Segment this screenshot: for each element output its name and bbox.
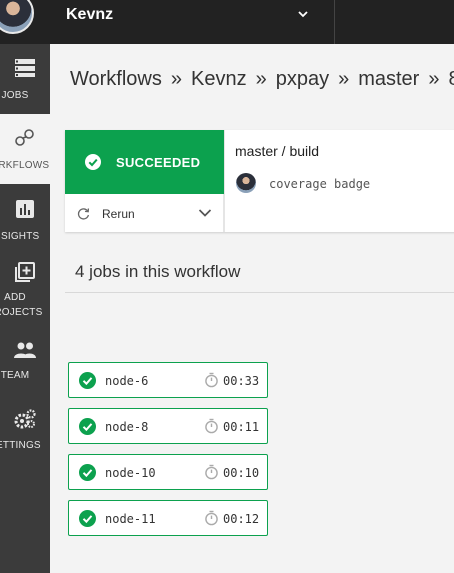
- sidebar-item-label: WORKFLOWS: [0, 160, 50, 171]
- stopwatch-icon: [205, 418, 218, 434]
- job-duration: 00:12: [223, 512, 260, 526]
- breadcrumb-separator: »: [338, 68, 350, 90]
- rerun-label: Rerun: [102, 207, 135, 221]
- sidebar-item-label: JOBS: [1, 90, 29, 101]
- sidebar-item-workflows[interactable]: WORKFLOWS: [0, 114, 50, 184]
- org-name[interactable]: Kevnz: [66, 6, 113, 24]
- breadcrumb-separator: »: [170, 68, 182, 90]
- breadcrumb: Workflows » Kevnz » pxpay » master » 8: [70, 68, 454, 91]
- user-avatar[interactable]: [0, 0, 34, 34]
- team-icon: [14, 342, 36, 358]
- breadcrumb-branch[interactable]: master: [358, 68, 419, 90]
- breadcrumb-separator: »: [255, 68, 267, 90]
- sidebar-item-label: TEAM: [0, 370, 30, 381]
- top-bar: Kevnz: [0, 0, 454, 44]
- job-duration: 00:10: [223, 466, 260, 480]
- job-name: node-6: [105, 374, 149, 388]
- divider: [65, 292, 454, 293]
- settings-icon: [14, 409, 36, 429]
- check-circle-icon: [79, 418, 96, 435]
- job-name: node-11: [105, 512, 156, 526]
- rerun-button[interactable]: Rerun: [65, 194, 224, 232]
- add-projects-icon: [15, 262, 35, 282]
- commit-message[interactable]: coverage badge: [269, 177, 370, 191]
- refresh-icon: [77, 208, 90, 220]
- stopwatch-icon: [205, 510, 218, 526]
- sidebar-item-team[interactable]: TEAM: [0, 339, 50, 404]
- breadcrumb-separator: »: [428, 68, 440, 90]
- job-name: node-8: [105, 420, 149, 434]
- chevron-down-icon[interactable]: [296, 7, 310, 21]
- status-text: SUCCEEDED: [116, 155, 201, 170]
- sidebar: JOBS WORKFLOWS INSIGHTS: [0, 44, 50, 573]
- sidebar-item-add-projects[interactable]: ADD PROJECTS: [0, 254, 50, 339]
- branch-title[interactable]: master / build: [235, 143, 319, 159]
- topbar-divider: [334, 0, 335, 44]
- job-duration: 00:11: [223, 420, 260, 434]
- job-node-10[interactable]: node-10 00:10: [68, 454, 268, 490]
- check-circle-icon: [79, 464, 96, 481]
- sidebar-item-insights[interactable]: INSIGHTS: [0, 184, 50, 254]
- stopwatch-icon: [205, 464, 218, 480]
- status-badge: SUCCEEDED: [65, 130, 224, 194]
- insights-icon: [16, 200, 34, 218]
- job-node-11[interactable]: node-11 00:12: [68, 500, 268, 536]
- sidebar-item-jobs[interactable]: JOBS: [0, 44, 50, 114]
- sidebar-item-label: INSIGHTS: [0, 231, 40, 242]
- sidebar-item-settings[interactable]: SETTINGS: [0, 404, 50, 474]
- breadcrumb-workflow-number: 8: [448, 68, 454, 90]
- card-divider: [224, 130, 225, 232]
- job-duration: 00:33: [223, 374, 260, 388]
- workflow-card: SUCCEEDED Rerun master / build coverage …: [65, 130, 454, 232]
- job-node-8[interactable]: node-8 00:11: [68, 408, 268, 444]
- jobs-heading: 4 jobs in this workflow: [75, 262, 241, 281]
- sidebar-item-label-line2: PROJECTS: [0, 307, 43, 318]
- check-circle-icon: [79, 372, 96, 389]
- workflows-icon: [15, 129, 34, 146]
- stopwatch-icon: [205, 372, 218, 388]
- breadcrumb-workflows[interactable]: Workflows: [70, 68, 162, 90]
- commit-author-avatar: [236, 173, 256, 193]
- check-circle-icon: [79, 510, 96, 527]
- check-circle-icon: [85, 154, 101, 170]
- job-node-6[interactable]: node-6 00:33: [68, 362, 268, 398]
- main-content: Workflows » Kevnz » pxpay » master » 8 SUCCEEDED…: [50, 44, 454, 573]
- sidebar-item-label: SETTINGS: [0, 440, 41, 451]
- jobs-icon: [15, 59, 35, 77]
- breadcrumb-project[interactable]: pxpay: [276, 68, 329, 90]
- chevron-down-icon[interactable]: [198, 207, 212, 219]
- sidebar-item-label: ADD: [4, 292, 26, 303]
- job-name: node-10: [105, 466, 156, 480]
- breadcrumb-org[interactable]: Kevnz: [191, 68, 247, 90]
